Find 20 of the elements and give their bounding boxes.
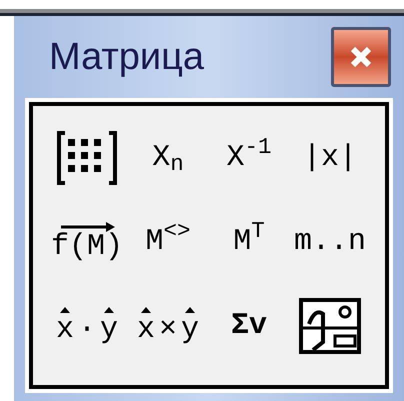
toolbar-button[interactable]: M$^{<>}$ bbox=[128, 204, 208, 280]
toolbar-button[interactable]: X$^{-1}$ bbox=[209, 120, 289, 196]
window-title: Матрица bbox=[49, 34, 204, 80]
toolbar-button[interactable]: m..n bbox=[290, 204, 370, 280]
toolbar-button[interactable]: Σv bbox=[209, 288, 289, 364]
toolbar-button[interactable]: x×y bbox=[128, 288, 208, 364]
toolbar-button[interactable]: |x| bbox=[290, 120, 370, 196]
toolbar-button[interactable]: x·y bbox=[47, 288, 127, 364]
vector-arrow-icon bbox=[60, 307, 70, 315]
picture-tool-icon bbox=[299, 298, 361, 354]
vector-arrow-icon bbox=[185, 307, 195, 315]
arrow-icon bbox=[58, 222, 115, 232]
matrix-icon bbox=[57, 131, 117, 185]
vector-arrow-icon bbox=[140, 307, 151, 315]
close-button[interactable] bbox=[331, 27, 391, 87]
toolbar-button[interactable]: M$^{T}$ bbox=[209, 204, 289, 280]
toolbar-button[interactable]: f(M) bbox=[47, 204, 127, 280]
toolbar-button[interactable]: X$_{n}$ bbox=[128, 120, 208, 196]
close-icon bbox=[350, 46, 372, 68]
vector-arrow-icon bbox=[104, 307, 114, 315]
